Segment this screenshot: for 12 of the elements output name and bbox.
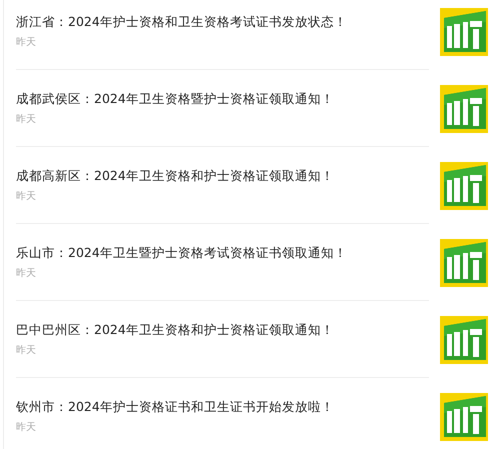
article-date: 昨天 (16, 36, 37, 49)
article-title[interactable]: 浙江省：2024年护士资格和卫生资格考试证书发放状态！ (16, 13, 429, 31)
article-date: 昨天 (16, 421, 37, 434)
article-date: 昨天 (16, 344, 37, 357)
article-title[interactable]: 成都高新区：2024年卫生资格和护士资格证领取通知！ (16, 167, 429, 185)
article-title[interactable]: 钦州市：2024年护士资格证书和卫生证书开始发放啦！ (16, 398, 429, 416)
article-date: 昨天 (16, 113, 37, 126)
article-date: 昨天 (16, 190, 37, 203)
article-title[interactable]: 巴中巴州区：2024年卫生资格和护士资格证领取通知！ (16, 321, 429, 339)
article-title[interactable]: 乐山市：2024年卫生暨护士资格考试资格证书领取通知！ (16, 244, 429, 262)
article-date: 昨天 (16, 267, 37, 280)
article-title[interactable]: 成都武侯区：2024年卫生资格暨护士资格证领取通知！ (16, 90, 429, 108)
